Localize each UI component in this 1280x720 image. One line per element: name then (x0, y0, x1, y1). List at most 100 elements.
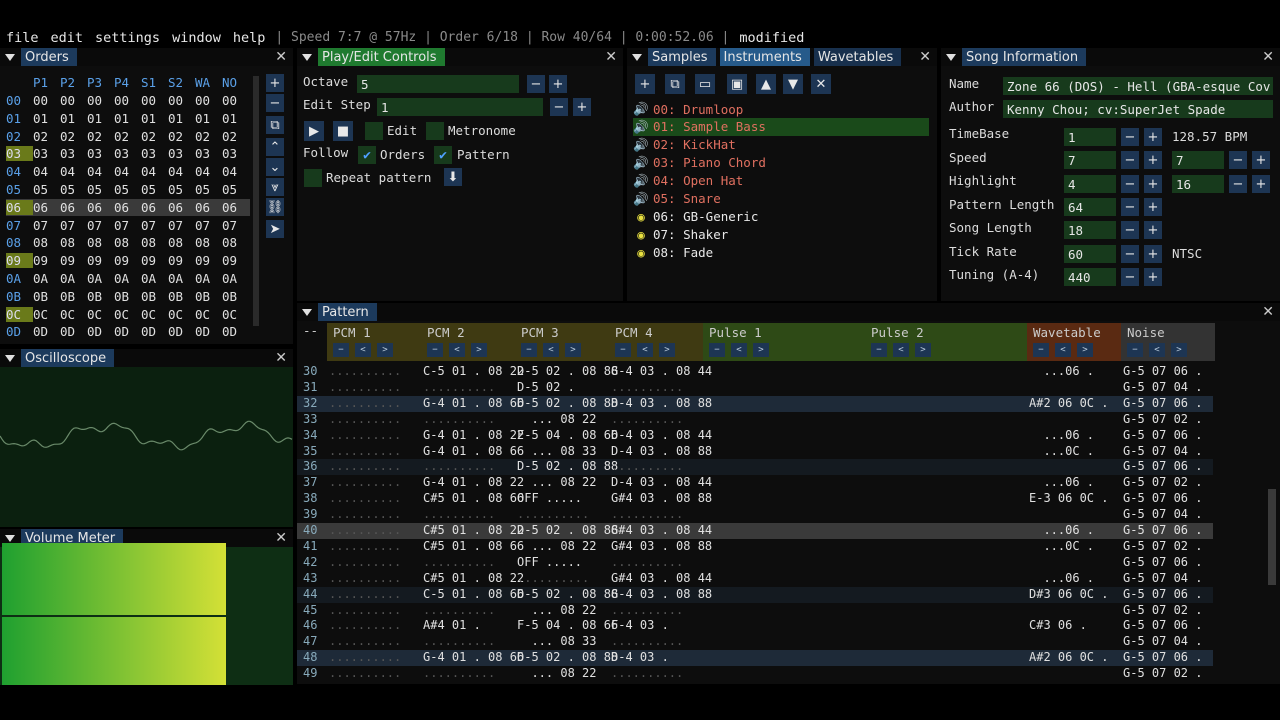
expand-effects-icon[interactable]: > (1077, 343, 1093, 357)
repeat-pattern-toggle[interactable] (304, 169, 322, 187)
close-icon[interactable]: ✕ (605, 49, 617, 65)
pattern-cell[interactable]: .......... (329, 539, 401, 553)
collapse-icon[interactable] (5, 354, 15, 362)
pattern-cell[interactable]: D-5 02 . (517, 380, 575, 394)
orders-scrollbar[interactable] (253, 76, 259, 326)
collapse-channel-icon[interactable]: − (615, 343, 631, 357)
order-cell[interactable]: 04 (33, 164, 60, 179)
pattern-cell[interactable]: .......... (329, 364, 401, 378)
move-up-icon[interactable]: ▲ (756, 74, 776, 94)
pattern-cell[interactable]: ... 08 22 (517, 666, 596, 680)
pattern-cell[interactable]: G-4 01 . 08 66 (423, 444, 524, 458)
pattern-cell[interactable]: .......... (329, 571, 401, 585)
shrink-effects-icon[interactable]: < (449, 343, 465, 357)
order-cell[interactable]: 0D (195, 324, 222, 339)
order-row[interactable]: 02 02 02 02 02 02 02 02 02 (6, 128, 250, 145)
order-row[interactable]: 0D 0D 0D 0D 0D 0D 0D 0D 0D (6, 323, 250, 340)
order-row[interactable]: 01 01 01 01 01 01 01 01 01 (6, 110, 250, 127)
order-cell[interactable]: 03 (60, 146, 87, 161)
order-cell[interactable]: 0D (141, 324, 168, 339)
close-icon[interactable]: ✕ (1262, 304, 1274, 320)
pattern-cell[interactable]: G#4 03 . 08 88 (611, 491, 712, 505)
pattern-cell[interactable]: C-5 01 . 08 22 (423, 364, 524, 378)
pattern-cell[interactable]: .......... (329, 475, 401, 489)
order-cell[interactable]: 03 (168, 146, 195, 161)
duplicate-sample-icon[interactable]: ⧉ (665, 74, 685, 94)
pattern-cell[interactable]: .......... (329, 507, 401, 521)
sample-item[interactable]: ◉ 06: GB-Generic (633, 207, 929, 225)
pattern-row[interactable]: 30.......... C-5 01 . 08 22 D-5 02 . 08 88… (297, 364, 1213, 380)
order-cell[interactable]: 08 (222, 235, 249, 250)
pattern-cell[interactable]: G-5 07 04 . (1123, 444, 1202, 458)
pattern-cell[interactable]: .......... (423, 603, 495, 617)
order-cell[interactable]: 0C (114, 307, 141, 322)
tab-wavetables[interactable]: Wavetables (813, 48, 902, 66)
pattern-cell[interactable]: OFF ..... (517, 491, 582, 505)
order-cell[interactable]: 0D (33, 324, 60, 339)
pattern-cell[interactable]: ... 08 22 (517, 475, 596, 489)
pattern-cell[interactable]: E-3 06 0C . (1029, 491, 1108, 505)
pattern-cell[interactable]: D-5 02 . 08 88 (517, 523, 618, 537)
pattern-cell[interactable]: D-5 02 . 08 88 (517, 650, 618, 664)
pattern-cell[interactable]: .......... (517, 571, 589, 585)
order-cell[interactable]: 00 (87, 93, 114, 108)
order-cell[interactable]: 0D (168, 324, 195, 339)
order-row[interactable]: 09 09 09 09 09 09 09 09 09 (6, 252, 250, 269)
order-cell[interactable]: 0B (60, 289, 87, 304)
pattern-cell[interactable]: .......... (611, 380, 683, 394)
order-row[interactable]: 04 04 04 04 04 04 04 04 04 (6, 163, 250, 180)
order-cell[interactable]: 05 (33, 182, 60, 197)
pattern-cell[interactable]: G-5 07 02 . (1123, 603, 1202, 617)
sample-item[interactable]: 🔊 03: Piano Chord (633, 154, 929, 172)
order-row[interactable]: 07 07 07 07 07 07 07 07 07 (6, 217, 250, 234)
collapse-channel-icon[interactable]: − (1033, 343, 1049, 357)
order-cell[interactable]: 0B (141, 289, 168, 304)
shrink-effects-icon[interactable]: < (1055, 343, 1071, 357)
order-cell[interactable]: 0B (222, 289, 249, 304)
tab-instruments[interactable]: Instruments (719, 48, 810, 66)
pattern-cell[interactable]: G-4 01 . 08 22 (423, 428, 524, 442)
order-cell[interactable]: 05 (114, 182, 141, 197)
expand-effects-icon[interactable]: > (753, 343, 769, 357)
pattern-cell[interactable]: ...0C . (1029, 444, 1094, 458)
step-increment-button[interactable]: + (573, 98, 591, 116)
pattern-cell[interactable]: G-5 07 06 . (1123, 587, 1202, 601)
pattern-cell[interactable]: .......... (329, 650, 401, 664)
pattern-row[interactable]: 47.................... ... 08 33........… (297, 634, 1213, 650)
order-cell[interactable]: 05 (87, 182, 114, 197)
octave-decrement-button[interactable]: − (527, 75, 545, 93)
pattern-cell[interactable]: D-5 02 . 08 88 (517, 459, 618, 473)
pattern-cell[interactable]: G-4 03 . 08 44 (611, 364, 712, 378)
pattern-cell[interactable]: D-5 02 . 08 88 (517, 396, 618, 410)
move-down-icon[interactable]: ▼ (783, 74, 803, 94)
order-cell[interactable]: 00 (114, 93, 141, 108)
pattern-row[interactable]: 45.................... ... 08 22........… (297, 603, 1213, 619)
speed2-increment-button[interactable]: + (1252, 151, 1270, 169)
order-cell[interactable]: 06 (60, 200, 87, 215)
collapse-icon[interactable] (632, 53, 642, 61)
pattern-cell[interactable]: ... 08 22 (517, 603, 596, 617)
order-cell[interactable]: 09 (60, 253, 87, 268)
pattern-cell[interactable]: .......... (611, 459, 683, 473)
pattern-cell[interactable]: OFF ..... (517, 555, 582, 569)
order-cell[interactable]: 0A (60, 271, 87, 286)
pattern-cell[interactable]: G-5 07 06 . (1123, 650, 1202, 664)
pattern-cell[interactable]: F-4 03 . (611, 618, 669, 632)
pattern-cell[interactable]: G-5 07 06 . (1123, 396, 1202, 410)
pattern-cell[interactable]: .......... (329, 555, 401, 569)
collapse-channel-icon[interactable]: − (871, 343, 887, 357)
patlen-increment-button[interactable]: + (1144, 198, 1162, 216)
cursor-icon[interactable]: ➤ (266, 220, 284, 238)
pattern-row[interactable]: 31.................... D-5 02 ...........… (297, 380, 1213, 396)
timebase-decrement-button[interactable]: − (1121, 128, 1139, 146)
pattern-cell[interactable]: G#4 03 . 08 88 (611, 539, 712, 553)
close-icon[interactable]: ✕ (275, 530, 287, 546)
pattern-row[interactable]: 34.......... G-4 01 . 08 22 F-5 04 . 08 66… (297, 428, 1213, 444)
play-button[interactable]: ▶ (304, 121, 324, 141)
add-order-icon[interactable]: + (266, 74, 284, 92)
order-cell[interactable]: 00 (195, 93, 222, 108)
menu-window[interactable]: window (166, 30, 227, 46)
order-row[interactable]: 0C 0C 0C 0C 0C 0C 0C 0C 0C (6, 306, 250, 323)
channel-header[interactable]: PCM 3 − < > (515, 323, 609, 361)
sample-item[interactable]: 🔊 00: Drumloop (633, 100, 929, 118)
